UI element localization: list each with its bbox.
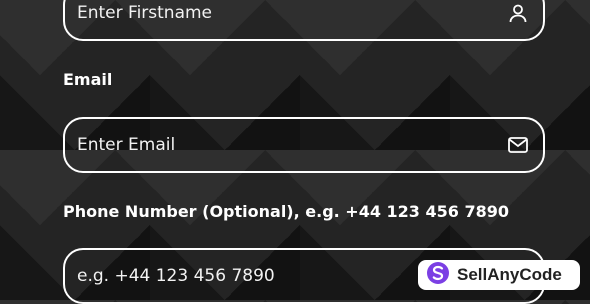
sellanycode-watermark: SellAnyCode — [418, 260, 580, 290]
phone-label: Phone Number (Optional), e.g. +44 123 45… — [63, 202, 510, 221]
user-icon — [507, 2, 529, 24]
watermark-text: SellAnyCode — [457, 265, 562, 284]
mail-icon — [507, 134, 529, 156]
email-field[interactable]: Enter Email — [63, 117, 545, 173]
firstname-placeholder: Enter Firstname — [77, 3, 213, 23]
email-placeholder: Enter Email — [77, 135, 176, 155]
email-label: Email — [63, 70, 113, 89]
firstname-field[interactable]: Enter Firstname — [63, 0, 545, 41]
sellanycode-logo-icon — [426, 261, 450, 289]
